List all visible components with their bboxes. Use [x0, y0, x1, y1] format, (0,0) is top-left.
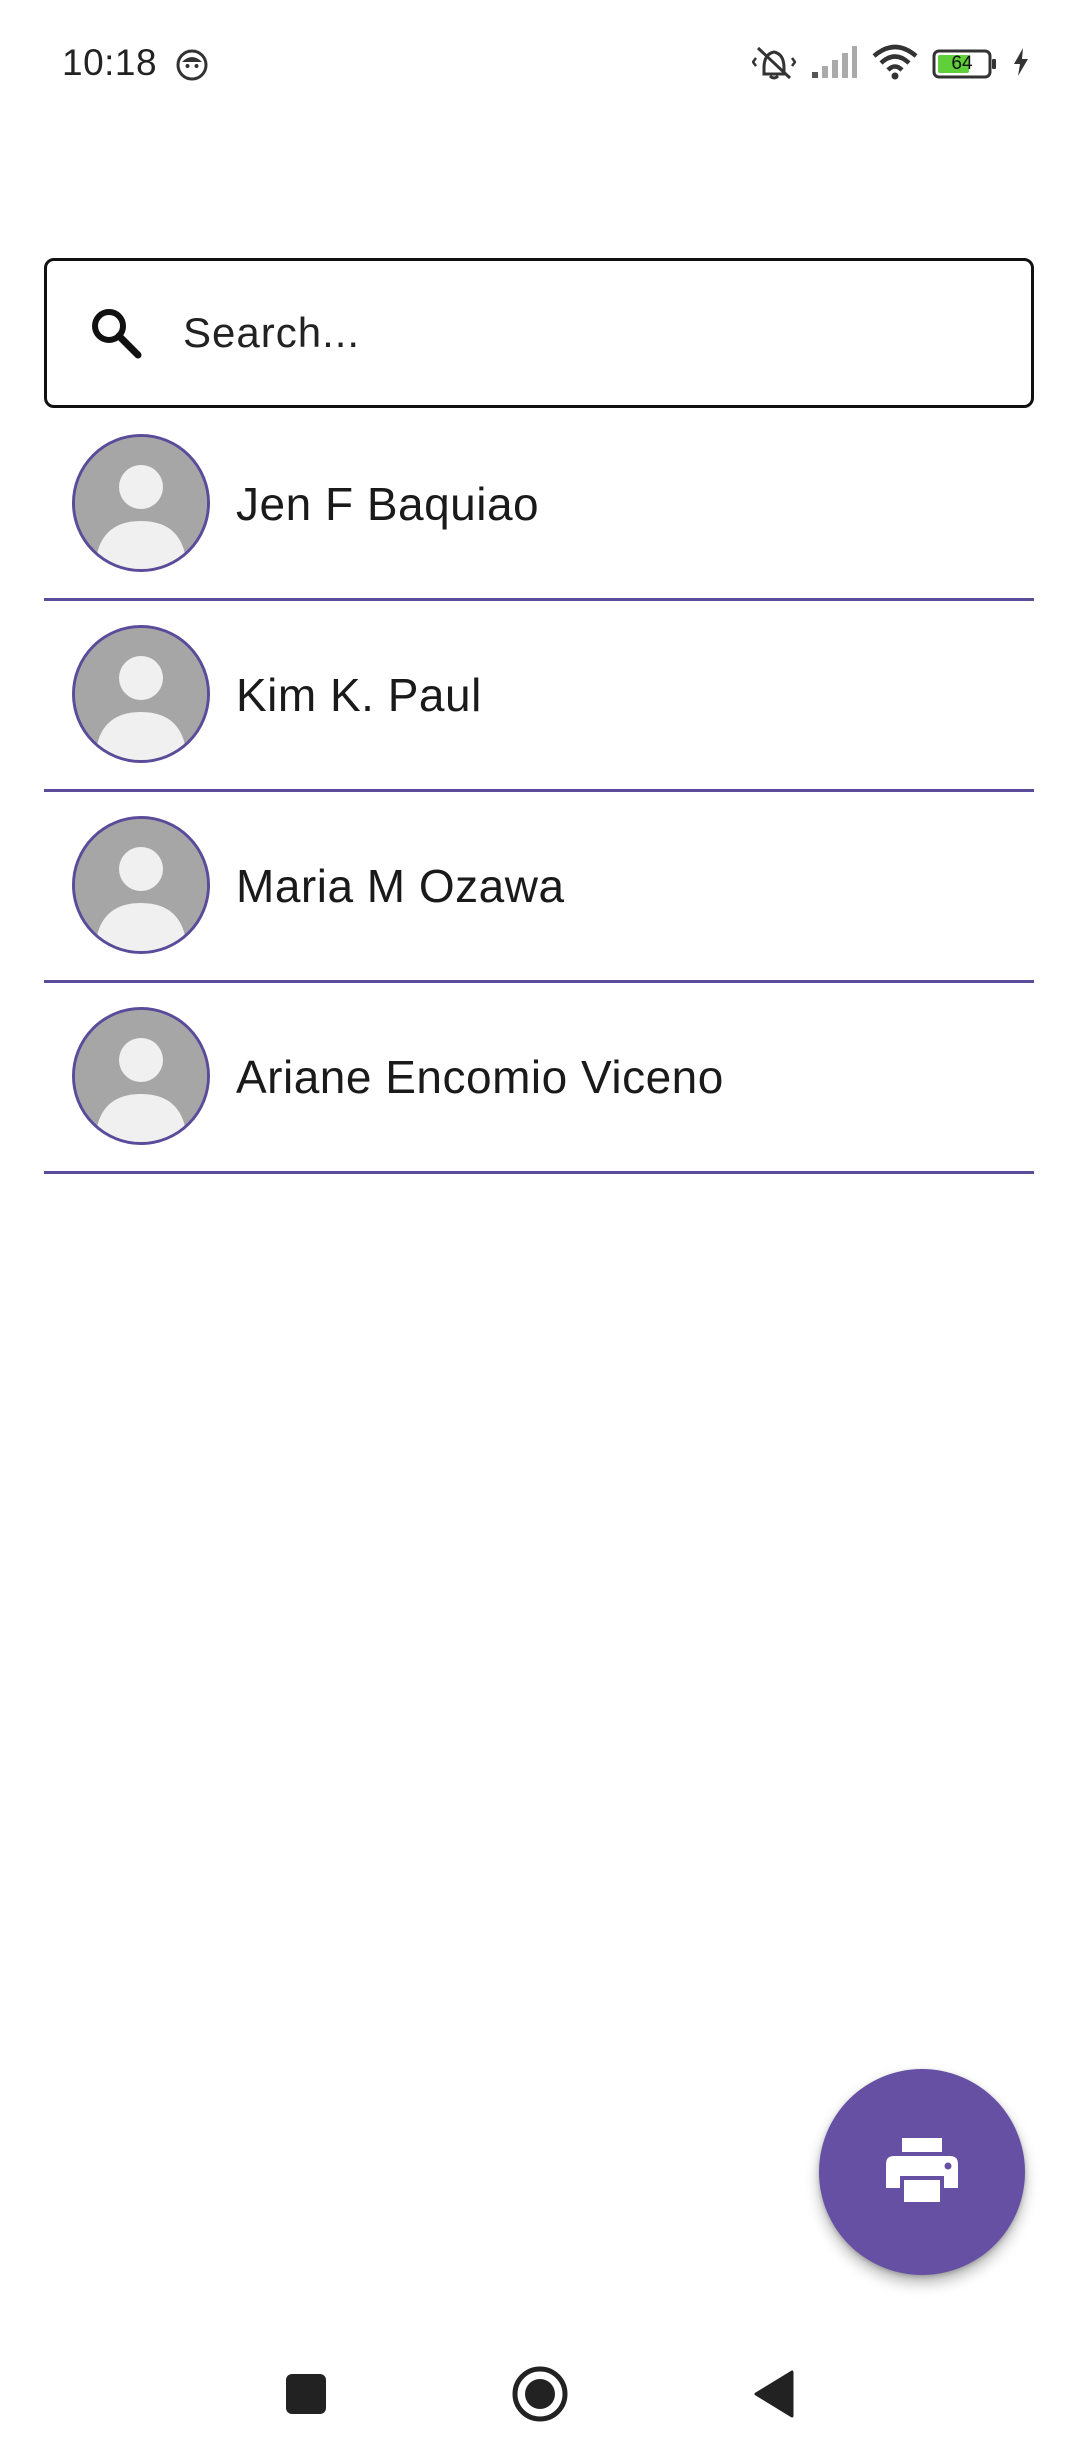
home-button[interactable] — [508, 2362, 572, 2426]
list-item[interactable]: Maria M Ozawa — [44, 792, 1034, 983]
avatar — [72, 625, 210, 763]
print-button[interactable] — [819, 2069, 1025, 2275]
back-icon — [754, 2370, 794, 2418]
avatar — [72, 1007, 210, 1145]
status-bar: 10:18 64 — [0, 0, 1080, 130]
list-item[interactable]: Jen F Baquiao — [44, 410, 1034, 601]
contact-name: Kim K. Paul — [236, 669, 482, 721]
search-input[interactable] — [181, 308, 985, 358]
contact-name: Ariane Encomio Viceno — [236, 1051, 724, 1103]
avatar — [72, 434, 210, 572]
list-item[interactable]: Ariane Encomio Viceno — [44, 983, 1034, 1174]
battery-icon: 64 — [932, 48, 998, 80]
back-button[interactable] — [742, 2362, 806, 2426]
avatar — [72, 816, 210, 954]
contact-list: Jen F Baquiao Kim K. Paul Maria M Ozawa — [44, 410, 1034, 1174]
status-time: 10:18 — [62, 42, 158, 83]
charging-icon — [1012, 46, 1030, 83]
wifi-icon — [872, 44, 918, 85]
battery-level: 64 — [951, 53, 973, 74]
signal-icon — [810, 44, 858, 85]
recents-button[interactable] — [274, 2362, 338, 2426]
face-notification-icon — [175, 48, 209, 82]
contact-name: Jen F Baquiao — [236, 478, 540, 530]
contact-name: Maria M Ozawa — [236, 860, 565, 912]
search-field[interactable] — [44, 258, 1034, 408]
vibrate-off-icon — [751, 42, 797, 87]
recents-icon — [286, 2374, 326, 2414]
search-icon — [87, 304, 145, 362]
home-icon — [512, 2366, 568, 2422]
navigation-bar — [0, 2340, 1080, 2460]
print-icon — [884, 2136, 960, 2209]
status-icons: 64 — [751, 42, 1030, 87]
list-item[interactable]: Kim K. Paul — [44, 601, 1034, 792]
